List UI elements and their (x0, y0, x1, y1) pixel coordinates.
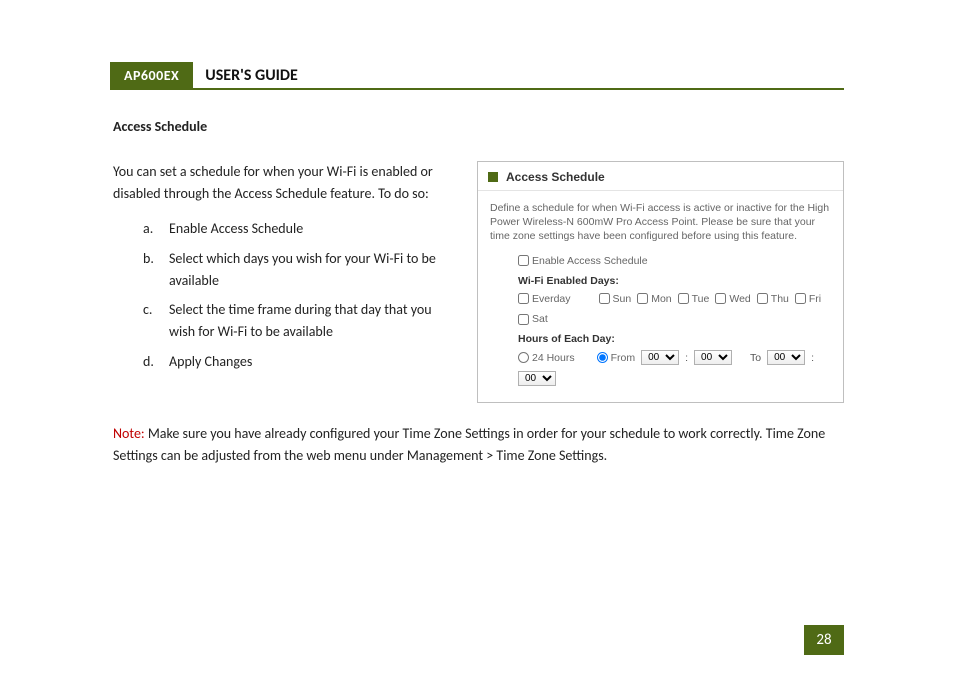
step-text: Select which days you wish for your Wi-F… (169, 250, 436, 289)
step-marker: b. (143, 248, 154, 270)
day-input[interactable] (795, 293, 806, 304)
day-label: Sat (532, 312, 548, 326)
everyday-input[interactable] (518, 293, 529, 304)
from-min-select[interactable]: 00 (694, 350, 732, 365)
note-text: Make sure you have already configured yo… (113, 425, 825, 464)
enable-schedule-checkbox[interactable]: Enable Access Schedule (518, 254, 648, 268)
page-number: 28 (804, 625, 844, 655)
day-checkbox-thu[interactable]: Thu (757, 292, 789, 306)
note-label: Note: (113, 425, 145, 442)
enable-schedule-input[interactable] (518, 255, 529, 266)
day-checkbox-mon[interactable]: Mon (637, 292, 671, 306)
access-schedule-panel: Access Schedule Define a schedule for wh… (477, 161, 844, 403)
list-item: b. Select which days you wish for your W… (143, 248, 453, 291)
to-label: To (750, 351, 761, 365)
day-input[interactable] (518, 314, 529, 325)
time-sep: : (685, 351, 688, 365)
day-checkbox-sat[interactable]: Sat (518, 312, 548, 326)
hours-from-label: From (611, 351, 636, 365)
list-item: c. Select the time frame during that day… (143, 299, 453, 342)
day-input[interactable] (678, 293, 689, 304)
panel-icon (488, 172, 498, 182)
day-label: Wed (729, 292, 750, 306)
day-input[interactable] (757, 293, 768, 304)
header-bar: AP600EX USER'S GUIDE (110, 62, 310, 88)
note-block: Note: Make sure you have already configu… (113, 423, 844, 466)
step-marker: c. (143, 299, 152, 321)
day-label: Fri (809, 292, 821, 306)
steps-list: a. Enable Access Schedule b. Select whic… (143, 218, 453, 372)
day-checkbox-wed[interactable]: Wed (715, 292, 750, 306)
step-text: Enable Access Schedule (169, 220, 303, 237)
day-input[interactable] (599, 293, 610, 304)
enable-schedule-label: Enable Access Schedule (532, 254, 648, 268)
days-heading: Wi-Fi Enabled Days: (518, 274, 831, 288)
step-text: Select the time frame during that day th… (169, 301, 432, 340)
hours-heading: Hours of Each Day: (518, 332, 831, 346)
day-label: Mon (651, 292, 671, 306)
panel-description: Define a schedule for when Wi-Fi access … (490, 201, 831, 244)
day-input[interactable] (715, 293, 726, 304)
time-sep: : (811, 351, 814, 365)
panel-title: Access Schedule (506, 170, 605, 184)
from-hour-select[interactable]: 00 (641, 350, 679, 365)
guide-title: USER'S GUIDE (193, 62, 310, 88)
hours-24-label: 24 Hours (532, 351, 575, 365)
step-text: Apply Changes (169, 353, 252, 370)
step-marker: d. (143, 351, 154, 373)
day-checkbox-sun[interactable]: Sun (599, 292, 632, 306)
everyday-checkbox[interactable]: Everday (518, 292, 571, 306)
section-heading: Access Schedule (113, 118, 844, 135)
day-label: Tue (692, 292, 710, 306)
hours-24-radio[interactable]: 24 Hours (518, 351, 575, 365)
everyday-label: Everday (532, 292, 571, 306)
instructions-column: You can set a schedule for when your Wi-… (113, 161, 453, 381)
day-label: Sun (613, 292, 632, 306)
day-input[interactable] (637, 293, 648, 304)
panel-header: Access Schedule (478, 162, 843, 191)
day-checkbox-tue[interactable]: Tue (678, 292, 710, 306)
hours-24-input[interactable] (518, 352, 529, 363)
hours-from-radio[interactable]: From (597, 351, 636, 365)
to-hour-select[interactable]: 00 (767, 350, 805, 365)
list-item: a. Enable Access Schedule (143, 218, 453, 240)
hours-from-input[interactable] (597, 352, 608, 363)
day-checkbox-fri[interactable]: Fri (795, 292, 821, 306)
to-min-select[interactable]: 00 (518, 371, 556, 386)
list-item: d. Apply Changes (143, 351, 453, 373)
intro-paragraph: You can set a schedule for when your Wi-… (113, 161, 453, 204)
product-badge: AP600EX (110, 62, 193, 88)
header-rule (110, 88, 844, 90)
step-marker: a. (143, 218, 153, 240)
day-label: Thu (771, 292, 789, 306)
